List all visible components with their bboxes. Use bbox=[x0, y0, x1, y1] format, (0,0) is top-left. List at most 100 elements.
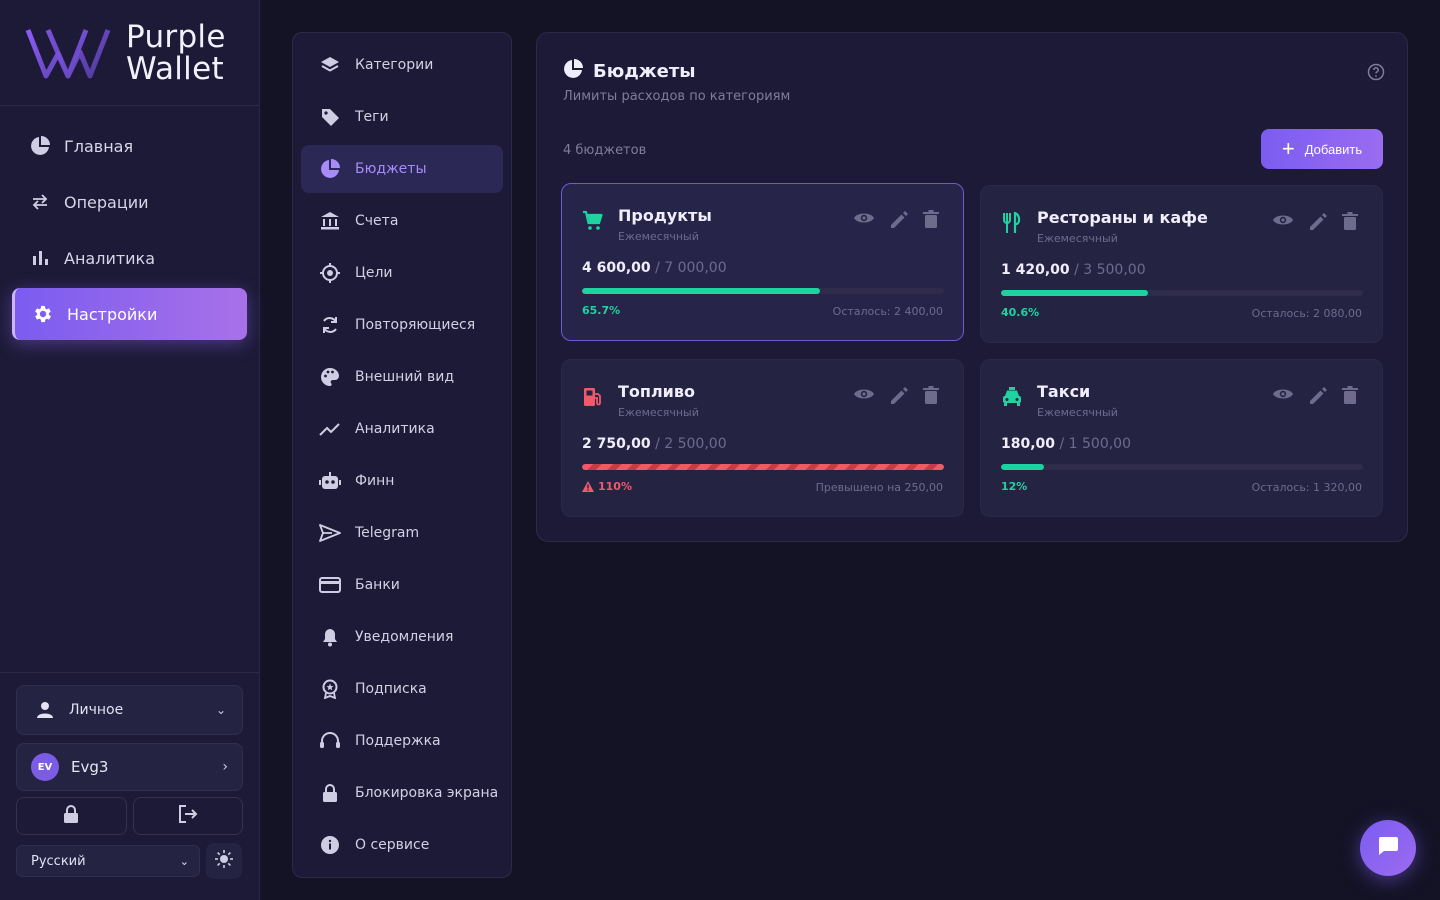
user-profile-row[interactable]: EV Evg3 › bbox=[16, 743, 243, 791]
add-budget-button[interactable]: + Добавить bbox=[1261, 129, 1383, 169]
budget-card[interactable]: Топливо Ежемесячный 2 750,00 / 2 500,00 … bbox=[561, 359, 964, 517]
profile-label: Личное bbox=[69, 702, 124, 718]
edit-icon[interactable] bbox=[1308, 386, 1328, 410]
spent-amount: 2 750,00 bbox=[582, 436, 651, 452]
progress-fill bbox=[582, 464, 944, 470]
settings-item-label: Аналитика bbox=[355, 421, 435, 437]
limit-amount: / 2 500,00 bbox=[655, 436, 727, 452]
trash-icon[interactable] bbox=[923, 210, 939, 234]
spent-amount: 1 420,00 bbox=[1001, 262, 1070, 278]
progress-track bbox=[582, 464, 944, 470]
edit-icon[interactable] bbox=[1308, 212, 1328, 236]
nav-item-home[interactable]: Главная bbox=[12, 120, 247, 172]
progress-track bbox=[1001, 464, 1363, 470]
edit-icon[interactable] bbox=[889, 210, 909, 234]
budget-remaining: Осталось: 2 080,00 bbox=[1251, 307, 1362, 320]
settings-item-banks[interactable]: Банки bbox=[301, 561, 503, 609]
settings-item-tags[interactable]: Теги bbox=[301, 93, 503, 141]
settings-item-label: Банки bbox=[355, 577, 400, 593]
limit-amount: / 1 500,00 bbox=[1059, 436, 1131, 452]
budget-exceeded: Превышено на 250,00 bbox=[815, 481, 943, 494]
progress-fill bbox=[1001, 464, 1045, 470]
percent-label: 110% bbox=[598, 480, 632, 493]
spent-amount: 180,00 bbox=[1001, 436, 1056, 452]
settings-item-notifications[interactable]: Уведомления bbox=[301, 613, 503, 661]
budget-card[interactable]: Такси Ежемесячный 180,00 / 1 500,00 12% … bbox=[980, 359, 1383, 517]
budget-period: Ежемесячный bbox=[1037, 232, 1118, 245]
nav-item-settings[interactable]: Настройки bbox=[12, 288, 247, 340]
progress-track bbox=[582, 288, 944, 294]
main-nav: Главная Операции Аналитика Настройки bbox=[0, 106, 259, 340]
settings-item-label: Цели bbox=[355, 265, 393, 281]
settings-item-label: Поддержка bbox=[355, 733, 441, 749]
theme-toggle[interactable] bbox=[206, 843, 242, 879]
lock-icon bbox=[62, 804, 80, 828]
eye-icon[interactable] bbox=[853, 210, 875, 234]
settings-item-categories[interactable]: Категории bbox=[301, 41, 503, 89]
chat-button[interactable] bbox=[1360, 820, 1416, 876]
pie-chart-icon bbox=[319, 158, 341, 180]
budget-percent-over: 110% bbox=[582, 480, 632, 493]
settings-item-appearance[interactable]: Внешний вид bbox=[301, 353, 503, 401]
eye-icon[interactable] bbox=[1272, 212, 1294, 236]
settings-item-finn[interactable]: Финн bbox=[301, 457, 503, 505]
settings-item-label: Уведомления bbox=[355, 629, 454, 645]
trash-icon[interactable] bbox=[923, 386, 939, 410]
budget-name: Рестораны и кафе bbox=[1037, 208, 1208, 227]
language-select[interactable]: Русский ⌄ bbox=[16, 845, 200, 877]
edit-icon[interactable] bbox=[889, 386, 909, 410]
settings-item-analytics[interactable]: Аналитика bbox=[301, 405, 503, 453]
settings-item-about[interactable]: О сервисе bbox=[301, 821, 503, 869]
budget-period: Ежемесячный bbox=[618, 230, 699, 243]
nav-item-operations[interactable]: Операции bbox=[12, 176, 247, 228]
settings-item-budgets[interactable]: Бюджеты bbox=[301, 145, 503, 193]
budget-remaining: Осталось: 2 400,00 bbox=[832, 305, 943, 318]
logout-icon bbox=[177, 804, 199, 828]
palette-icon bbox=[319, 366, 341, 388]
budget-actions bbox=[1272, 212, 1358, 236]
panel-header: Бюджеты bbox=[563, 59, 696, 83]
settings-item-label: Бюджеты bbox=[355, 161, 427, 177]
settings-item-goals[interactable]: Цели bbox=[301, 249, 503, 297]
settings-item-accounts[interactable]: Счета bbox=[301, 197, 503, 245]
settings-item-screen-lock[interactable]: Блокировка экрана bbox=[301, 769, 503, 817]
budget-percent: 12% bbox=[1001, 480, 1028, 493]
chat-bubble-icon bbox=[1377, 835, 1399, 861]
budget-card[interactable]: Продукты Ежемесячный 4 600,00 / 7 000,00… bbox=[561, 183, 964, 341]
spent-amount: 4 600,00 bbox=[582, 260, 651, 276]
eye-icon[interactable] bbox=[1272, 386, 1294, 410]
nav-item-analytics[interactable]: Аналитика bbox=[12, 232, 247, 284]
budget-amount: 4 600,00 / 7 000,00 bbox=[582, 260, 727, 276]
help-icon[interactable] bbox=[1367, 63, 1385, 85]
trash-icon[interactable] bbox=[1342, 386, 1358, 410]
budget-amount: 180,00 / 1 500,00 bbox=[1001, 436, 1131, 452]
settings-item-support[interactable]: Поддержка bbox=[301, 717, 503, 765]
sidebar-footer: Личное ⌄ EV Evg3 › Русский ⌄ bbox=[0, 672, 259, 900]
language-row: Русский ⌄ bbox=[16, 843, 243, 879]
budget-actions bbox=[853, 210, 939, 234]
trash-icon[interactable] bbox=[1342, 212, 1358, 236]
cutlery-icon bbox=[1001, 211, 1023, 238]
budget-period: Ежемесячный bbox=[618, 406, 699, 419]
nav-item-label: Операции bbox=[64, 192, 149, 212]
profile-select[interactable]: Личное ⌄ bbox=[16, 685, 243, 735]
budget-name: Топливо bbox=[618, 382, 696, 401]
budget-count: 4 бюджетов bbox=[563, 143, 647, 158]
settings-item-subscription[interactable]: Подписка bbox=[301, 665, 503, 713]
settings-item-telegram[interactable]: Telegram bbox=[301, 509, 503, 557]
avatar: EV bbox=[31, 753, 59, 781]
lock-button[interactable] bbox=[16, 797, 127, 835]
badge-icon bbox=[319, 678, 341, 700]
logout-button[interactable] bbox=[132, 797, 243, 835]
eye-icon[interactable] bbox=[853, 386, 875, 410]
budget-card[interactable]: Рестораны и кафе Ежемесячный 1 420,00 / … bbox=[980, 185, 1383, 343]
app-logo[interactable]: Purple Wallet bbox=[0, 0, 259, 106]
layers-icon bbox=[319, 54, 341, 76]
progress-track bbox=[1001, 290, 1363, 296]
settings-item-recurring[interactable]: Повторяющиеся bbox=[301, 301, 503, 349]
settings-item-label: Категории bbox=[355, 57, 434, 73]
language-value: Русский bbox=[31, 853, 86, 869]
progress-fill bbox=[1001, 290, 1148, 296]
budget-actions bbox=[1272, 386, 1358, 410]
warning-icon bbox=[582, 481, 594, 492]
